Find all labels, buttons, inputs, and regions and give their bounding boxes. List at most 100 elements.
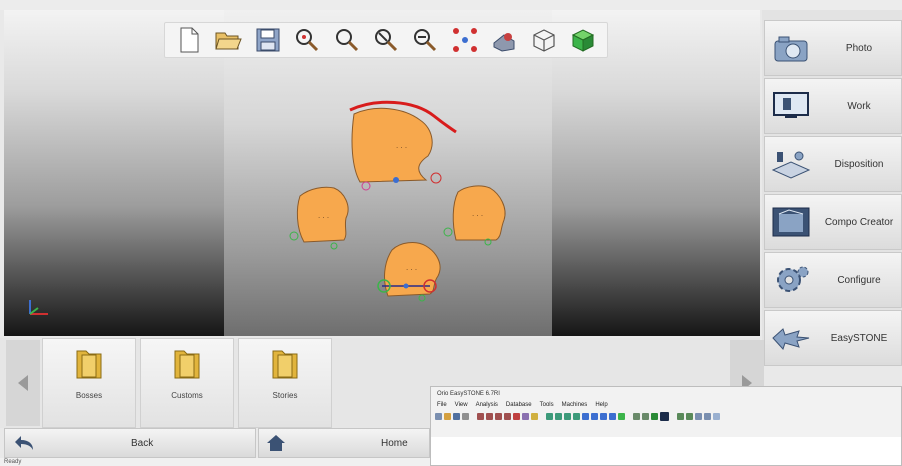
home-button[interactable]: Home: [258, 428, 430, 458]
zoom-in-icon[interactable]: [371, 25, 401, 55]
menu-item-analysis[interactable]: Analysis: [476, 402, 498, 408]
toolbar-icon[interactable]: [477, 413, 484, 420]
menu-item-view[interactable]: View: [455, 402, 468, 408]
toolbar-icon[interactable]: [444, 413, 451, 420]
folder-item-customs[interactable]: Customs: [140, 338, 234, 428]
inset-workspace: [431, 437, 901, 465]
home-label: Home: [381, 437, 408, 449]
part-shape-right[interactable]: · · ·: [443, 185, 506, 246]
toolbar-icon[interactable]: [600, 413, 607, 420]
toolbar-icon[interactable]: [462, 413, 469, 420]
sidebar-item-label: Photo: [845, 42, 873, 54]
toolbar-icon[interactable]: [651, 413, 658, 420]
sidebar-item-easystone[interactable]: EasySTONE: [764, 310, 902, 366]
inset-app-window: Orio EasySTONE 6.7RI File View Analysis …: [430, 386, 902, 466]
new-file-icon[interactable]: [174, 25, 204, 55]
back-label: Back: [131, 437, 154, 449]
solid-cube-icon[interactable]: [568, 25, 598, 55]
gear-icon: [765, 262, 817, 298]
status-bar: Ready: [0, 458, 434, 466]
toolbar-icon[interactable]: [713, 413, 720, 420]
toolbar-icon[interactable]: [435, 413, 442, 420]
toolbar-icon[interactable]: [633, 413, 640, 420]
toolbar-icon[interactable]: [486, 413, 493, 420]
sidebar-item-photo[interactable]: Photo: [764, 20, 902, 76]
toolbar-icon[interactable]: [609, 413, 616, 420]
toolbar-icon[interactable]: [660, 412, 669, 421]
toolbar-icon[interactable]: [453, 413, 460, 420]
back-button[interactable]: Back: [4, 428, 256, 458]
wireframe-cube-icon[interactable]: [529, 25, 559, 55]
folder-item-stories[interactable]: Stories: [238, 338, 332, 428]
menu-item-database[interactable]: Database: [506, 402, 532, 408]
disposition-icon: [765, 146, 817, 182]
chevron-left-icon: [18, 375, 28, 391]
folder-label: Customs: [171, 391, 203, 400]
svg-text:· · ·: · · ·: [406, 266, 417, 274]
sidebar-item-compo-creator[interactable]: Compo Creator: [764, 194, 902, 250]
monitor-icon: [765, 90, 817, 122]
sidebar-item-configure[interactable]: Configure: [764, 252, 902, 308]
folder-icon: [76, 350, 102, 379]
folder-item-bosses[interactable]: Bosses: [42, 338, 136, 428]
zoom-out-icon[interactable]: [410, 25, 440, 55]
scroll-left-button[interactable]: [6, 340, 40, 426]
title-bar: [0, 0, 902, 10]
part-shape-left[interactable]: · · ·: [289, 186, 349, 250]
camera-icon: [765, 33, 817, 63]
toolbar-icon[interactable]: [591, 413, 598, 420]
folder-icon: [272, 350, 298, 379]
open-folder-icon[interactable]: [213, 25, 243, 55]
easystone-logo-icon: [765, 323, 817, 353]
inset-toolbar: [431, 408, 901, 421]
svg-text:· · ·: · · ·: [318, 214, 329, 222]
part-shape-large[interactable]: · · ·: [349, 100, 457, 191]
toolbar-icon[interactable]: [704, 413, 711, 420]
3d-viewport[interactable]: · · · · · · · · · · · ·: [4, 10, 760, 336]
main-sidebar: Photo Work Disposition Compo Creator Con…: [762, 10, 902, 366]
folder-label: Bosses: [75, 391, 103, 400]
sidebar-item-label: Disposition: [834, 158, 884, 170]
axis-indicator-icon: [29, 300, 48, 315]
home-icon: [267, 435, 285, 451]
scene-canvas[interactable]: · · · · · · · · · · · ·: [4, 10, 760, 336]
view-toolbar: [164, 22, 608, 58]
sidebar-item-work[interactable]: Work: [764, 78, 902, 134]
save-icon[interactable]: [253, 25, 283, 55]
svg-text:· · ·: · · ·: [472, 212, 483, 220]
menu-item-file[interactable]: File: [437, 402, 447, 408]
sidebar-item-label: Work: [847, 100, 871, 112]
menu-item-tools[interactable]: Tools: [540, 402, 554, 408]
part-shape-bottom[interactable]: · · ·: [377, 242, 441, 302]
toolbar-icon[interactable]: [504, 413, 511, 420]
zoom-all-icon[interactable]: [292, 25, 322, 55]
toolbar-icon[interactable]: [546, 413, 553, 420]
sidebar-item-disposition[interactable]: Disposition: [764, 136, 902, 192]
menu-item-machines[interactable]: Machines: [562, 402, 588, 408]
inset-window-title: Orio EasySTONE 6.7RI: [437, 391, 500, 397]
toolbar-icon[interactable]: [618, 413, 625, 420]
folder-icon: [174, 350, 200, 379]
fit-points-icon[interactable]: [450, 25, 480, 55]
toolbar-icon[interactable]: [513, 413, 520, 420]
sidebar-item-label: EasySTONE: [830, 332, 888, 344]
toolbar-icon[interactable]: [686, 413, 693, 420]
toolbar-icon[interactable]: [695, 413, 702, 420]
sidebar-item-label: Compo Creator: [824, 216, 894, 228]
toolbar-icon[interactable]: [573, 413, 580, 420]
back-arrow-icon: [15, 436, 33, 450]
toolbar-icon[interactable]: [555, 413, 562, 420]
toolbar-icon[interactable]: [564, 413, 571, 420]
toolbar-icon[interactable]: [677, 413, 684, 420]
view-icon[interactable]: [489, 25, 519, 55]
toolbar-icon[interactable]: [642, 413, 649, 420]
zoom-icon[interactable]: [332, 25, 362, 55]
toolbar-icon[interactable]: [531, 413, 538, 420]
inset-menu-bar: File View Analysis Database Tools Machin…: [431, 397, 901, 408]
svg-text:· · ·: · · ·: [396, 144, 407, 152]
compo-creator-icon: [765, 204, 817, 240]
toolbar-icon[interactable]: [582, 413, 589, 420]
toolbar-icon[interactable]: [522, 413, 529, 420]
menu-item-help[interactable]: Help: [595, 402, 607, 408]
toolbar-icon[interactable]: [495, 413, 502, 420]
